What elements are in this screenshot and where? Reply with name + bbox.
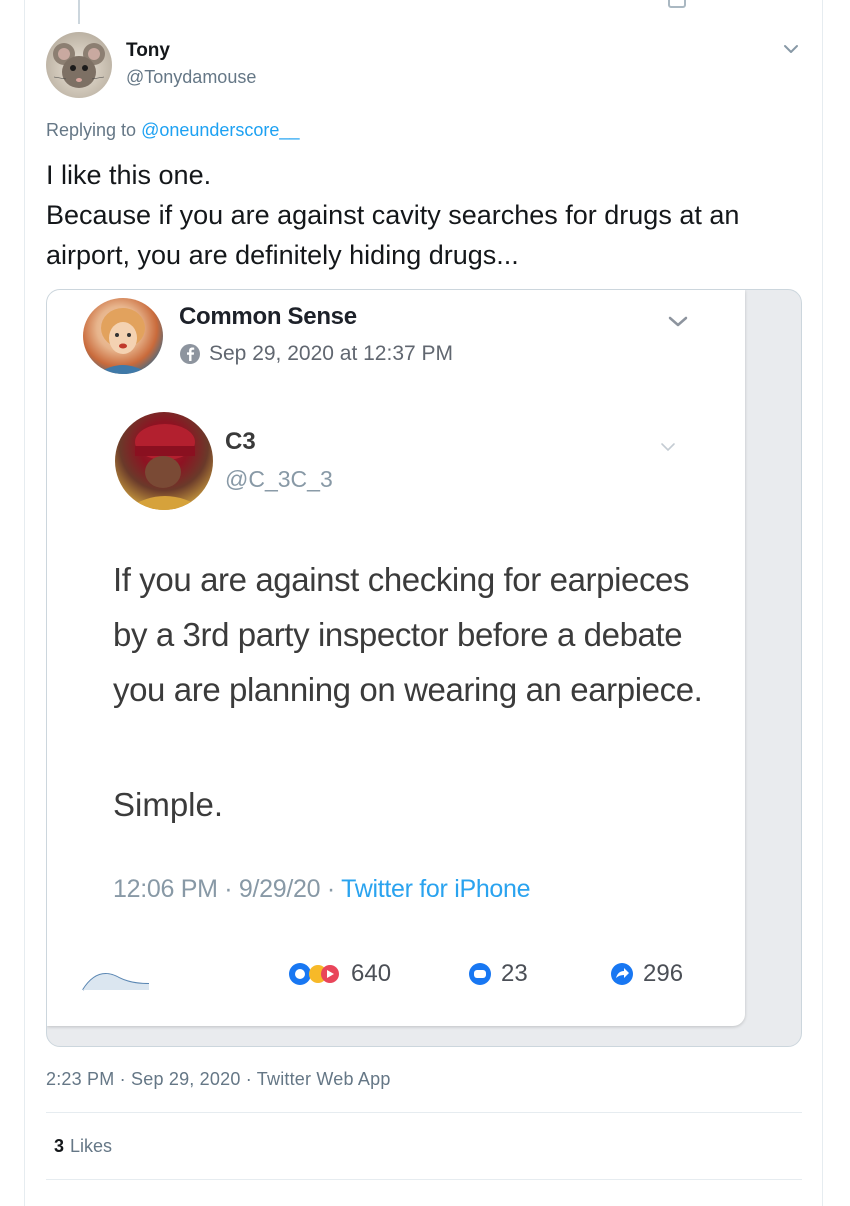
quoted-name: C3 [225,428,256,455]
replying-prefix: Replying to [46,120,137,140]
quoted-meta: 12:06 PM · 9/29/20 · Twitter for iPhone [113,875,531,904]
tweet-timestamp[interactable]: 2:23 PM · Sep 29, 2020 · Twitter Web App [46,1069,802,1090]
thread-connector-line [78,0,80,24]
quoted-text-simple: Simple. [113,786,224,823]
quoted-meta-source: Twitter for iPhone [341,875,531,903]
comments-count: 23 [467,960,528,988]
likes-count: 3 [54,1135,65,1156]
reactions-count-text: 640 [351,960,392,987]
comment-icon [469,963,491,985]
tweet-header: Tony @Tonydamouse [46,32,802,106]
quoted-avatar [115,412,213,510]
chevron-down-icon [661,443,675,452]
wave-graphic [82,973,150,991]
column-border-left [24,0,25,1206]
tweet-text: I like this one. Because if you are agai… [46,155,786,275]
tweet-text-line1: I like this one. [46,160,212,190]
page-avatar [83,298,163,374]
quoted-text: If you are against checking for earpiece… [113,561,703,708]
post-time-text: Sep 29, 2020 at 12:37 PM [209,342,454,365]
quoted-handle: @C_3C_3 [225,466,333,492]
author-name[interactable]: Tony [126,40,170,62]
author-handle[interactable]: @Tonydamouse [126,67,256,88]
retro-woman-avatar-image [97,308,149,374]
like-reaction-icon [289,963,339,985]
share-icon [611,963,633,985]
divider [46,1179,802,1180]
attached-image[interactable]: Common Sense Sep 29, 2020 at 12:37 PM C3… [46,289,802,1047]
red-hat-avatar-image [125,424,205,510]
comments-count-text: 23 [501,960,528,987]
likes-label: Likes [70,1135,113,1156]
replying-to-link[interactable]: @oneunderscore__ [141,120,299,140]
page-name: Common Sense [179,303,357,330]
shares-count: 296 [609,960,683,988]
shares-count-text: 296 [643,960,684,987]
share-icon-partial[interactable] [668,0,686,8]
tweet: Tony @Tonydamouse Replying to @oneunders… [46,32,802,1180]
chevron-down-icon[interactable] [780,38,802,60]
column-border-right [822,0,823,1206]
facebook-post-screenshot: Common Sense Sep 29, 2020 at 12:37 PM C3… [47,290,745,1026]
chevron-down-icon [668,316,688,327]
tweet-text-line2: Because if you are against cavity search… [46,200,740,270]
quoted-meta-time: 12:06 PM · 9/29/20 · [113,875,342,903]
replying-to: Replying to @oneunderscore__ [46,120,802,141]
facebook-globe-icon [180,344,200,364]
reactions-count: 640 [287,960,391,988]
avatar[interactable] [46,32,112,98]
post-time: Sep 29, 2020 at 12:37 PM [179,342,453,366]
likes-row[interactable]: 3 Likes [46,1113,802,1179]
mouse-avatar-image [53,43,105,88]
